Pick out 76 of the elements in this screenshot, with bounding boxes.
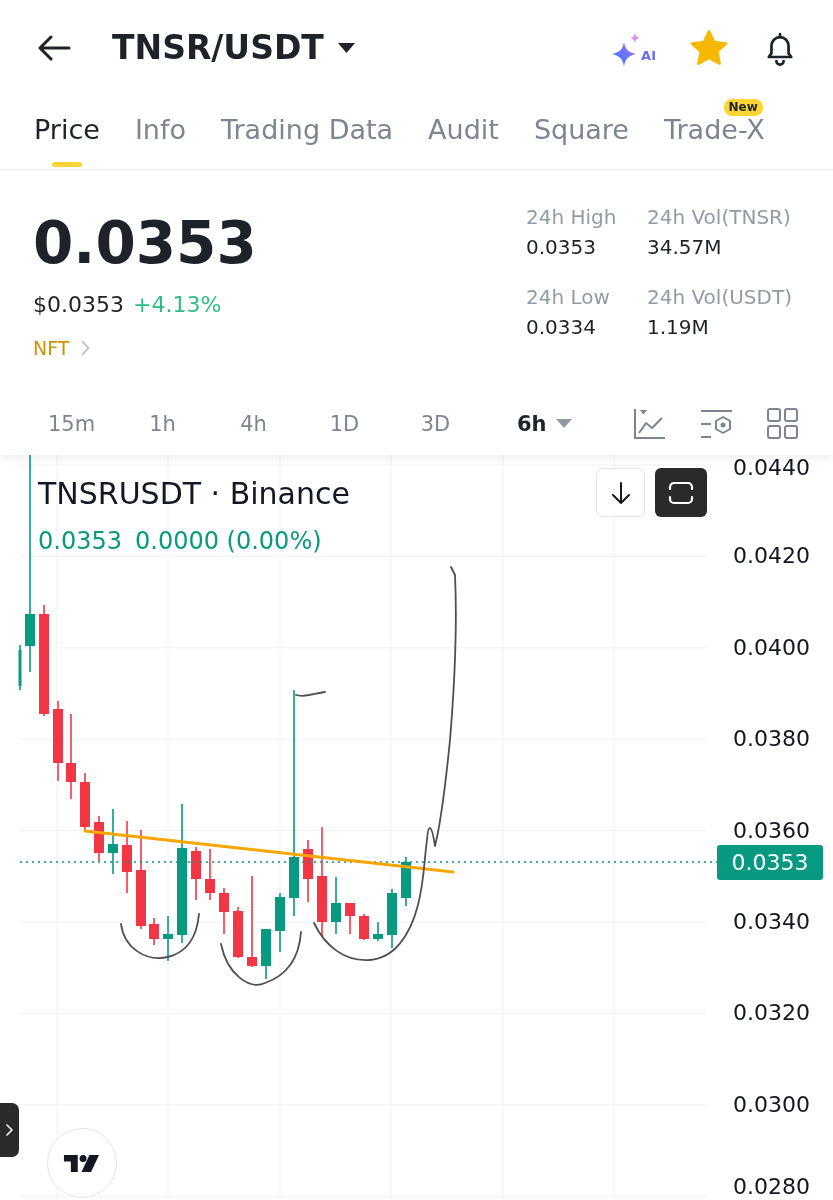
candle: [149, 917, 159, 946]
candle: [303, 839, 313, 903]
candle: [401, 856, 411, 907]
legend-change: 0.0000 (0.00%): [135, 526, 322, 556]
caret-down-icon: [555, 419, 572, 428]
caret-down-icon: [337, 43, 355, 53]
stat-label: 24h Low: [526, 284, 610, 311]
candle: [80, 772, 90, 831]
tab[interactable]: Price: [34, 96, 100, 169]
stat-label: 24h Vol(USDT): [647, 284, 792, 311]
stat-value: 0.0353: [526, 234, 596, 261]
stat-value: 0.0334: [526, 314, 596, 341]
back-icon[interactable]: [37, 35, 71, 61]
interval-tab[interactable]: 1D: [299, 409, 390, 438]
grid-icon[interactable]: [767, 408, 798, 439]
usd-price: $0.0353: [33, 292, 124, 318]
candle: [94, 815, 104, 862]
chevron-right-icon: [81, 340, 91, 356]
price-axis-label: 0.0360: [733, 817, 810, 844]
sketched-mark: [295, 691, 326, 697]
price-axis-label: 0.0320: [733, 1000, 810, 1027]
price-axis-label: 0.0340: [733, 909, 810, 935]
line-chart-icon[interactable]: [633, 407, 666, 440]
candle: [18, 644, 22, 691]
pair-selector[interactable]: TNSR/USDT: [112, 28, 355, 68]
tab[interactable]: Square: [533, 96, 629, 169]
interval-tab[interactable]: 1h: [117, 409, 208, 438]
new-badge: New: [723, 99, 763, 116]
price-axis-label: 0.0440: [733, 455, 810, 481]
interval-tab[interactable]: 4h: [208, 409, 299, 438]
tab[interactable]: Audit: [428, 96, 499, 169]
price-axis-label: 0.0420: [733, 543, 810, 570]
tab[interactable]: New Trade-X: [664, 96, 765, 169]
ai-button[interactable]: AI: [611, 28, 656, 68]
price-change: +4.13%: [133, 292, 222, 318]
candle: [387, 888, 397, 949]
star-icon[interactable]: [689, 29, 729, 67]
candle: [345, 902, 355, 935]
candle: [108, 808, 118, 875]
price-axis-label: 0.0380: [733, 726, 810, 753]
price-axis-label: 0.0280: [733, 1174, 810, 1200]
candle: [331, 876, 341, 935]
interval-tab[interactable]: 15m: [26, 409, 117, 438]
tab[interactable]: Info: [134, 96, 186, 169]
stat-value: 1.19M: [647, 314, 709, 341]
chevron-right-icon: [6, 1124, 13, 1136]
last-price: 0.0353: [33, 214, 257, 272]
side-panel-toggle[interactable]: [0, 1103, 19, 1157]
legend-price: 0.0353: [38, 526, 122, 556]
interval-tab[interactable]: 6h: [517, 409, 572, 438]
candle: [359, 913, 369, 941]
candle: [233, 906, 243, 959]
candle: [261, 928, 271, 980]
stat-label: 24h High: [526, 204, 617, 231]
settings-icon[interactable]: [699, 407, 734, 440]
current-price-label: 0.0353: [717, 845, 823, 880]
fullscreen-icon: [668, 480, 694, 505]
price-axis-label: 0.0400: [733, 634, 810, 661]
candle: [163, 915, 173, 962]
interval-tab[interactable]: 3D: [390, 409, 481, 438]
sparkle-icon: [611, 32, 642, 68]
scroll-down-button[interactable]: [596, 468, 645, 517]
price-axis-label: 0.0300: [733, 1091, 810, 1118]
stat-label: 24h Vol(TNSR): [647, 204, 791, 231]
arrow-down-icon: [610, 481, 631, 504]
tag-link[interactable]: NFT: [33, 336, 91, 360]
candle: [205, 848, 215, 901]
candle: [373, 921, 383, 942]
stat-value: 34.57M: [647, 234, 722, 261]
tab[interactable]: Trading Data: [221, 96, 394, 169]
fullscreen-button[interactable]: [655, 468, 707, 517]
candle: [191, 846, 201, 901]
logo-icon: [63, 1154, 101, 1172]
candle: [219, 887, 229, 935]
chart-legend-title: TNSRUSDT · Binance: [38, 477, 350, 511]
candle: [275, 892, 285, 953]
